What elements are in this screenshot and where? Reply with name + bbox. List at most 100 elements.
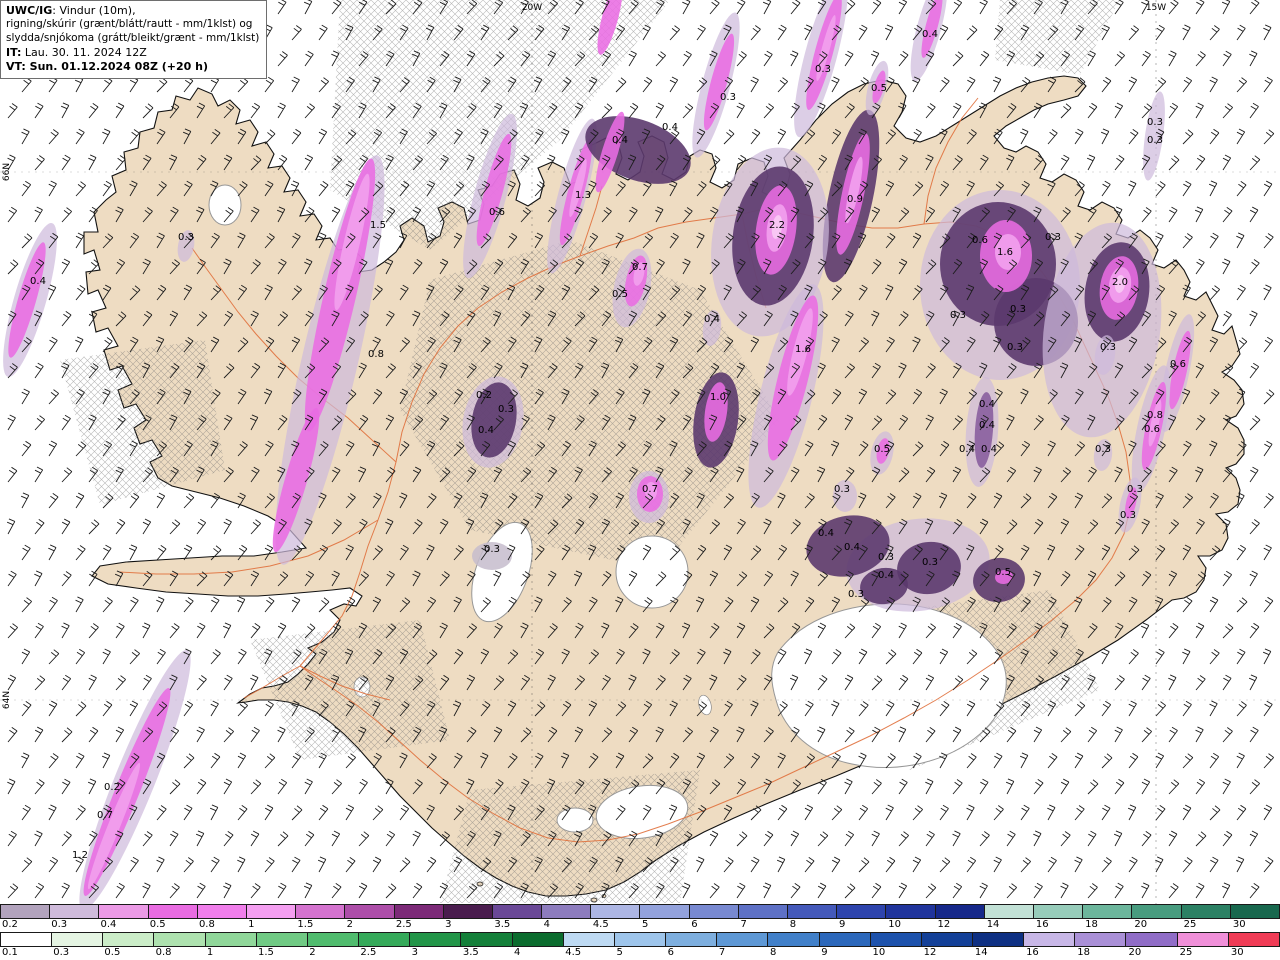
legend-sleet-snow-tick-label: 25 bbox=[1183, 919, 1197, 930]
legend-rain-tick-label: 0.8 bbox=[155, 947, 172, 958]
precip-value-label: 0.2 bbox=[476, 390, 492, 401]
legend-rain-tick-label: 4 bbox=[514, 947, 521, 958]
legend-sleet-snow-segment bbox=[197, 905, 247, 918]
legend-rain-tick-label: 2 bbox=[309, 947, 316, 958]
legend-sleet-snow-segment bbox=[837, 905, 887, 918]
legend-rain-segment bbox=[717, 933, 769, 946]
legend-rain-segment bbox=[1075, 933, 1127, 946]
legend-sleet-snow-tick-label: 0.8 bbox=[198, 919, 215, 930]
legend-sleet-snow-tick-label: 1.5 bbox=[297, 919, 314, 930]
legend-sleet-snow-tick-label: 16 bbox=[1035, 919, 1049, 930]
legend-rain-segment bbox=[205, 933, 257, 946]
legend-sleet-snow-segment bbox=[148, 905, 198, 918]
legend-sleet-snow-segment bbox=[1230, 905, 1279, 918]
legend-sleet-snow-tick-label: 0.4 bbox=[100, 919, 117, 930]
precip-value-label: 1.6 bbox=[795, 344, 811, 355]
title-line-model: UWC/IG: Vindur (10m), bbox=[6, 4, 259, 18]
precip-value-label: 1.3 bbox=[575, 190, 591, 201]
init-time-label: IT: bbox=[6, 45, 22, 59]
precip-value-label: 1.0 bbox=[710, 392, 726, 403]
precip-value-label: 0.4 bbox=[922, 29, 938, 40]
legend-rain-segment bbox=[819, 933, 871, 946]
legend-sleet-snow-tick-label: 5 bbox=[642, 919, 649, 930]
legend-rain-tick-label: 20 bbox=[1128, 947, 1142, 958]
precip-value-label: 0.6 bbox=[972, 235, 988, 246]
weather-map: 0.4 0.3 1.5 0.8 0.6 1.3 0.4 0.4 0.3 0.3 0.4 0.5 0.9 2… bbox=[0, 0, 1280, 904]
legend-labels-rain: 0.1 0.3 0.5 0.8 1 1.5 2 2.5 3 3.5 4 4.5 5 6 7 8 9 10 12 14 1… bbox=[0, 947, 1280, 960]
init-time-value: Lau. 30. 11. 2024 12Z bbox=[21, 45, 147, 59]
legend-rain-tick-label: 1 bbox=[206, 947, 214, 958]
legend-rain-tick-label: 5 bbox=[616, 947, 623, 958]
legend-sleet-snow-tick-label: 14 bbox=[986, 919, 1000, 930]
legend-labels-sleet-snow: 0.2 0.3 0.4 0.5 0.8 1 1.5 2 2.5 3 3.5 4 4.5 5 6 7 8 9 10 12… bbox=[0, 919, 1280, 932]
legend-bar-sleet-snow bbox=[0, 904, 1280, 919]
legend-rain-segment bbox=[512, 933, 564, 946]
precip-value-label: 0.3 bbox=[1147, 117, 1163, 128]
legend-sleet-snow-segment bbox=[1132, 905, 1182, 918]
legend-sleet-snow-tick-label: 20 bbox=[1134, 919, 1148, 930]
legend-sleet-snow-tick-label: 3.5 bbox=[494, 919, 511, 930]
title-line-rain: rigning/skúrir (grænt/blátt/rautt - mm/1… bbox=[6, 18, 253, 31]
legend-rain-tick-label: 25 bbox=[1179, 947, 1193, 958]
precip-value-label: 0.3 bbox=[1007, 342, 1023, 353]
legend-rain-tick-label: 0.5 bbox=[104, 947, 121, 958]
precip-value-label: 0.4 bbox=[878, 570, 894, 581]
precip-value-label: 0.3 bbox=[834, 484, 850, 495]
precip-value-label: 1.5 bbox=[370, 220, 386, 231]
precip-value-label: 0.4 bbox=[478, 425, 494, 436]
precip-value-label: 0.3 bbox=[1095, 444, 1111, 455]
precip-value-label: 0.3 bbox=[498, 404, 514, 415]
legend-sleet-snow-segment bbox=[1181, 905, 1231, 918]
legend-sleet-snow-tick-label: 10 bbox=[888, 919, 901, 930]
precip-value-label: 0.7 bbox=[642, 484, 658, 495]
precip-value-label: 0.3 bbox=[1127, 484, 1143, 495]
precip-value-label: 0.3 bbox=[1100, 342, 1116, 353]
precip-value-label: 0.4 bbox=[959, 444, 975, 455]
legend-rain-segment bbox=[1126, 933, 1178, 946]
legend-rain-segment bbox=[921, 933, 973, 946]
legend-rain-segment bbox=[1228, 933, 1279, 946]
legend-rain-tick-label: 1.5 bbox=[258, 947, 274, 958]
legend-rain-tick-label: 18 bbox=[1077, 947, 1090, 958]
title-line-sleet: slydda/snjókoma (grátt/bleikt/grænt - mm… bbox=[6, 31, 260, 44]
legend-rain-segment bbox=[563, 933, 615, 946]
precip-value-label: 0.3 bbox=[950, 310, 966, 321]
legend-rain-segment bbox=[1177, 933, 1229, 946]
lat-label-64n: 64N bbox=[2, 691, 12, 709]
legend-sleet-snow-segment bbox=[984, 905, 1034, 918]
legend-rain-tick-label: 30 bbox=[1230, 947, 1244, 958]
precip-value-label: 0.3 bbox=[878, 552, 894, 563]
precip-value-label: 0.3 bbox=[484, 544, 500, 555]
legend-bar-rain bbox=[0, 932, 1280, 947]
lon-label-15w: 15W bbox=[1146, 3, 1166, 13]
precip-value-label: 0.3 bbox=[815, 64, 831, 75]
precip-value-label: 0.6 bbox=[489, 207, 505, 218]
precip-value-label: 0.3 bbox=[848, 589, 864, 600]
legend-sleet-snow-segment bbox=[591, 905, 641, 918]
legend-sleet-snow-tick-label: 7 bbox=[740, 919, 747, 930]
legend-sleet-snow-segment bbox=[246, 905, 297, 918]
precip-value-label: 0.2 bbox=[104, 782, 120, 793]
legend-sleet-snow-segment bbox=[1, 905, 51, 918]
legend-rain-segment bbox=[359, 933, 411, 946]
legend-rain-tick-label: 4.5 bbox=[565, 947, 582, 958]
precip-value-label: 0.7 bbox=[632, 262, 648, 273]
legend-rain-tick-label: 0.1 bbox=[2, 947, 18, 958]
legend-rain-segment bbox=[461, 933, 513, 946]
precip-value-label: 0.4 bbox=[844, 542, 860, 553]
legend-rain-segment bbox=[103, 933, 155, 946]
precip-value-label: 0.3 bbox=[720, 92, 736, 103]
legend-rain-tick-label: 7 bbox=[718, 947, 726, 958]
model-name: UWC/IG bbox=[6, 4, 53, 17]
legend-sleet-snow-tick-label: 0.3 bbox=[51, 919, 68, 930]
init-time: IT: Lau. 30. 11. 2024 12Z bbox=[6, 46, 259, 60]
legend-sleet-snow-segment bbox=[788, 905, 838, 918]
precip-value-label: 0.5 bbox=[871, 83, 887, 94]
legend-rain-tick-label: 10 bbox=[872, 947, 886, 958]
legend-sleet-snow-segment bbox=[443, 905, 493, 918]
precip-value-label: 0.4 bbox=[30, 276, 46, 287]
precip-value-label: 0.3 bbox=[1147, 135, 1163, 146]
legend-rain-tick-label: 12 bbox=[923, 947, 937, 958]
legend-sleet-snow-segment bbox=[50, 905, 100, 918]
precip-value-label: 0.7 bbox=[97, 810, 113, 821]
